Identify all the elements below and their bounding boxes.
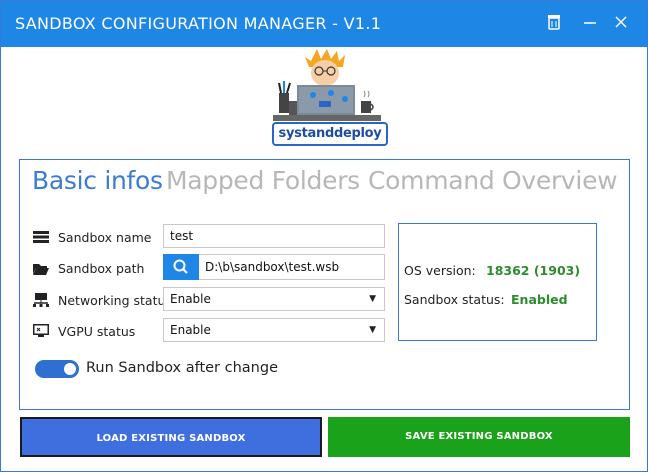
monitor-icon <box>33 323 49 337</box>
minimize-icon[interactable] <box>580 13 600 35</box>
title-bar: SANDBOX CONFIGURATION MANAGER - V1.1 <box>1 1 647 47</box>
close-icon[interactable] <box>611 13 631 35</box>
sandbox-status-label: Sandbox status: <box>404 292 505 307</box>
window-title: SANDBOX CONFIGURATION MANAGER - V1.1 <box>15 14 382 33</box>
tab-basic-infos[interactable]: Basic infos <box>32 166 163 195</box>
run-after-change-toggle[interactable] <box>35 360 79 378</box>
network-icon <box>33 292 49 307</box>
browse-button[interactable] <box>163 254 199 280</box>
sandbox-info-box <box>398 223 597 341</box>
load-sandbox-button[interactable]: LOAD EXISTING SANDBOX <box>20 417 322 457</box>
vgpu-label: VGPU status <box>58 324 136 339</box>
tab-mapped-folders[interactable]: Mapped Folders <box>166 166 360 195</box>
vgpu-value: Enable <box>170 323 211 337</box>
search-icon <box>173 259 188 274</box>
networking-select[interactable]: Enable ▼ <box>163 287 385 311</box>
vgpu-select[interactable]: Enable ▼ <box>163 318 385 342</box>
chevron-down-icon: ▼ <box>369 325 376 335</box>
os-version-value: 18362 (1903) <box>486 263 581 278</box>
sandbox-path-label: Sandbox path <box>58 261 145 276</box>
server-icon <box>33 229 49 243</box>
cup-icon[interactable] <box>544 13 564 35</box>
app-window: SANDBOX CONFIGURATION MANAGER - V1.1 sys… <box>0 0 648 472</box>
folder-open-icon <box>33 261 49 275</box>
tab-command[interactable]: Command <box>368 166 495 195</box>
save-sandbox-button[interactable]: SAVE EXISTING SANDBOX <box>328 417 630 457</box>
sandbox-path-input[interactable]: D:\b\sandbox\test.wsb <box>199 254 385 280</box>
chevron-down-icon: ▼ <box>369 294 376 304</box>
networking-label: Networking status <box>58 293 172 308</box>
toggle-knob <box>64 363 76 375</box>
tab-overview[interactable]: Overview <box>502 166 618 195</box>
sandbox-name-input[interactable]: test <box>163 224 385 248</box>
networking-value: Enable <box>170 292 211 306</box>
run-after-change-label: Run Sandbox after change <box>86 360 278 376</box>
sandbox-name-label: Sandbox name <box>58 230 152 245</box>
logo-wordmark: systanddeploy <box>272 122 388 146</box>
sandbox-status-value: Enabled <box>511 292 568 307</box>
os-version-label: OS version: <box>404 263 476 278</box>
